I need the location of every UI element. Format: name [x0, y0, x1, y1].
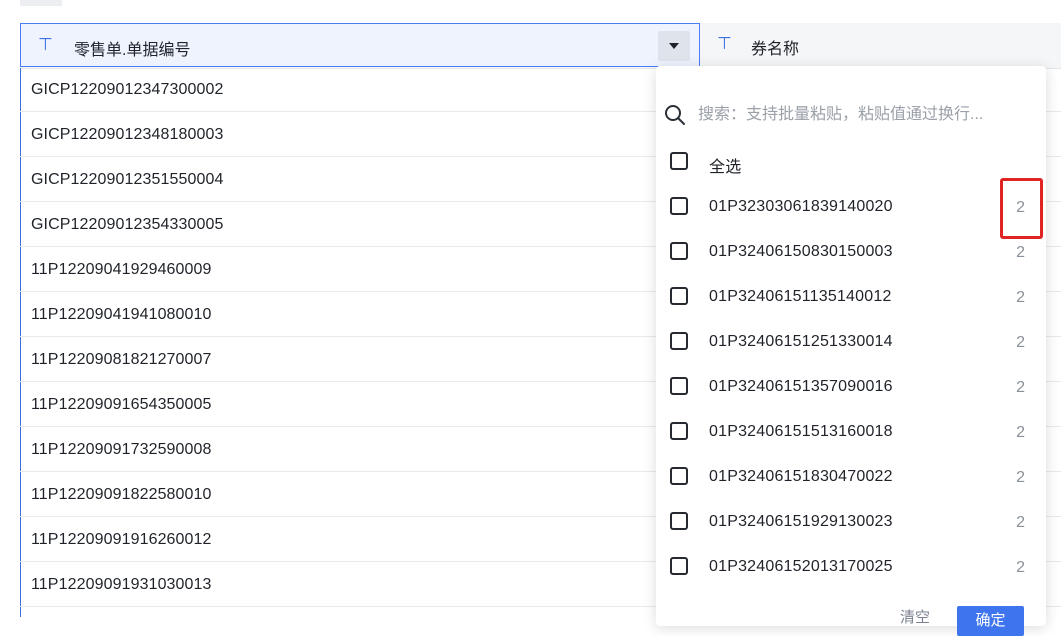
filter-option[interactable]: 01P32406151830470022 2	[656, 458, 1046, 498]
cell-document-number: 11P12209091916260012	[31, 531, 212, 548]
search-icon	[665, 105, 685, 125]
cell-document-number: 11P12209041941080010	[31, 306, 212, 323]
text-type-icon: ⊤	[38, 35, 53, 55]
cell-document-number: GICP12209012347300002	[31, 81, 224, 98]
option-count: 2	[1016, 514, 1025, 531]
option-label: 01P32303061839140020	[709, 198, 893, 215]
filter-option[interactable]: 01P32406151513160018 2	[656, 413, 1046, 453]
option-count: 2	[1016, 559, 1025, 576]
confirm-button[interactable]: 确定	[957, 606, 1024, 636]
option-count: 2	[1016, 244, 1025, 261]
filter-option[interactable]: 01P32406151357090016 2	[656, 368, 1046, 408]
option-label: 01P32406151929130023	[709, 513, 893, 530]
select-all-option[interactable]: 全选	[656, 143, 1046, 183]
option-checkbox[interactable]	[670, 332, 688, 350]
option-checkbox[interactable]	[670, 422, 688, 440]
filter-option[interactable]: 01P32406151251330014 2	[656, 323, 1046, 363]
select-all-checkbox[interactable]	[670, 152, 688, 170]
option-checkbox[interactable]	[670, 197, 688, 215]
option-label: 01P32406151251330014	[709, 333, 893, 350]
option-count: 2	[1016, 289, 1025, 306]
option-checkbox[interactable]	[670, 287, 688, 305]
option-checkbox[interactable]	[670, 512, 688, 530]
option-checkbox[interactable]	[670, 377, 688, 395]
option-label: 01P32406151135140012	[709, 288, 892, 305]
cell-document-number: 11P12209081821270007	[31, 351, 212, 368]
cell-document-number: 11P12209091654350005	[31, 396, 212, 413]
option-count: 2	[1016, 424, 1025, 441]
search-input[interactable]	[696, 100, 1030, 130]
cell-document-number: 11P12209041929460009	[31, 261, 212, 278]
option-label: 01P32406151357090016	[709, 378, 893, 395]
option-checkbox[interactable]	[670, 467, 688, 485]
filter-option[interactable]: 01P32406151929130023 2	[656, 503, 1046, 543]
filter-dropdown-panel: 全选 01P32303061839140020 2 01P32406150830…	[656, 66, 1046, 636]
filter-option[interactable]: 01P32303061839140020 2	[656, 188, 1046, 228]
column-header-document-number[interactable]: ⊤ 零售单.单据编号	[20, 23, 700, 67]
filter-option[interactable]: 01P32406152013170025 2	[656, 548, 1046, 588]
filter-option[interactable]: 01P32406151135140012 2	[656, 278, 1046, 318]
filter-dropdown-button[interactable]	[658, 31, 690, 61]
select-all-label: 全选	[709, 159, 742, 176]
option-label: 01P32406151830470022	[709, 468, 893, 485]
cell-document-number: GICP12209012351550004	[31, 171, 224, 188]
option-checkbox[interactable]	[670, 557, 688, 575]
caret-down-icon	[669, 43, 679, 49]
column-title: 券名称	[751, 41, 800, 58]
option-count: 2	[1016, 379, 1025, 396]
search-box[interactable]	[656, 96, 1046, 132]
cell-document-number: 11P12209091732590008	[31, 441, 212, 458]
table-header: ⊤ 零售单.单据编号 ⊤ 券名称	[20, 23, 1061, 69]
cell-document-number: 11P12209091931030013	[31, 576, 212, 593]
option-label: 01P32406151513160018	[709, 423, 893, 440]
highlight-annotation	[1000, 178, 1043, 239]
text-type-icon: ⊤	[717, 34, 732, 54]
option-count: 2	[1016, 334, 1025, 351]
option-label: 01P32406152013170025	[709, 558, 893, 575]
option-count: 2	[1016, 469, 1025, 486]
filter-option[interactable]: 01P32406150830150003 2	[656, 233, 1046, 273]
option-checkbox[interactable]	[670, 242, 688, 260]
cell-document-number: GICP12209012354330005	[31, 216, 224, 233]
column-title: 零售单.单据编号	[74, 42, 191, 59]
top-tab[interactable]	[20, 0, 62, 6]
option-label: 01P32406150830150003	[709, 243, 893, 260]
cell-document-number: GICP12209012348180003	[31, 126, 224, 143]
column-header-coupon-name[interactable]: ⊤ 券名称	[700, 23, 1061, 67]
cell-document-number: 11P12209091822580010	[31, 486, 212, 503]
